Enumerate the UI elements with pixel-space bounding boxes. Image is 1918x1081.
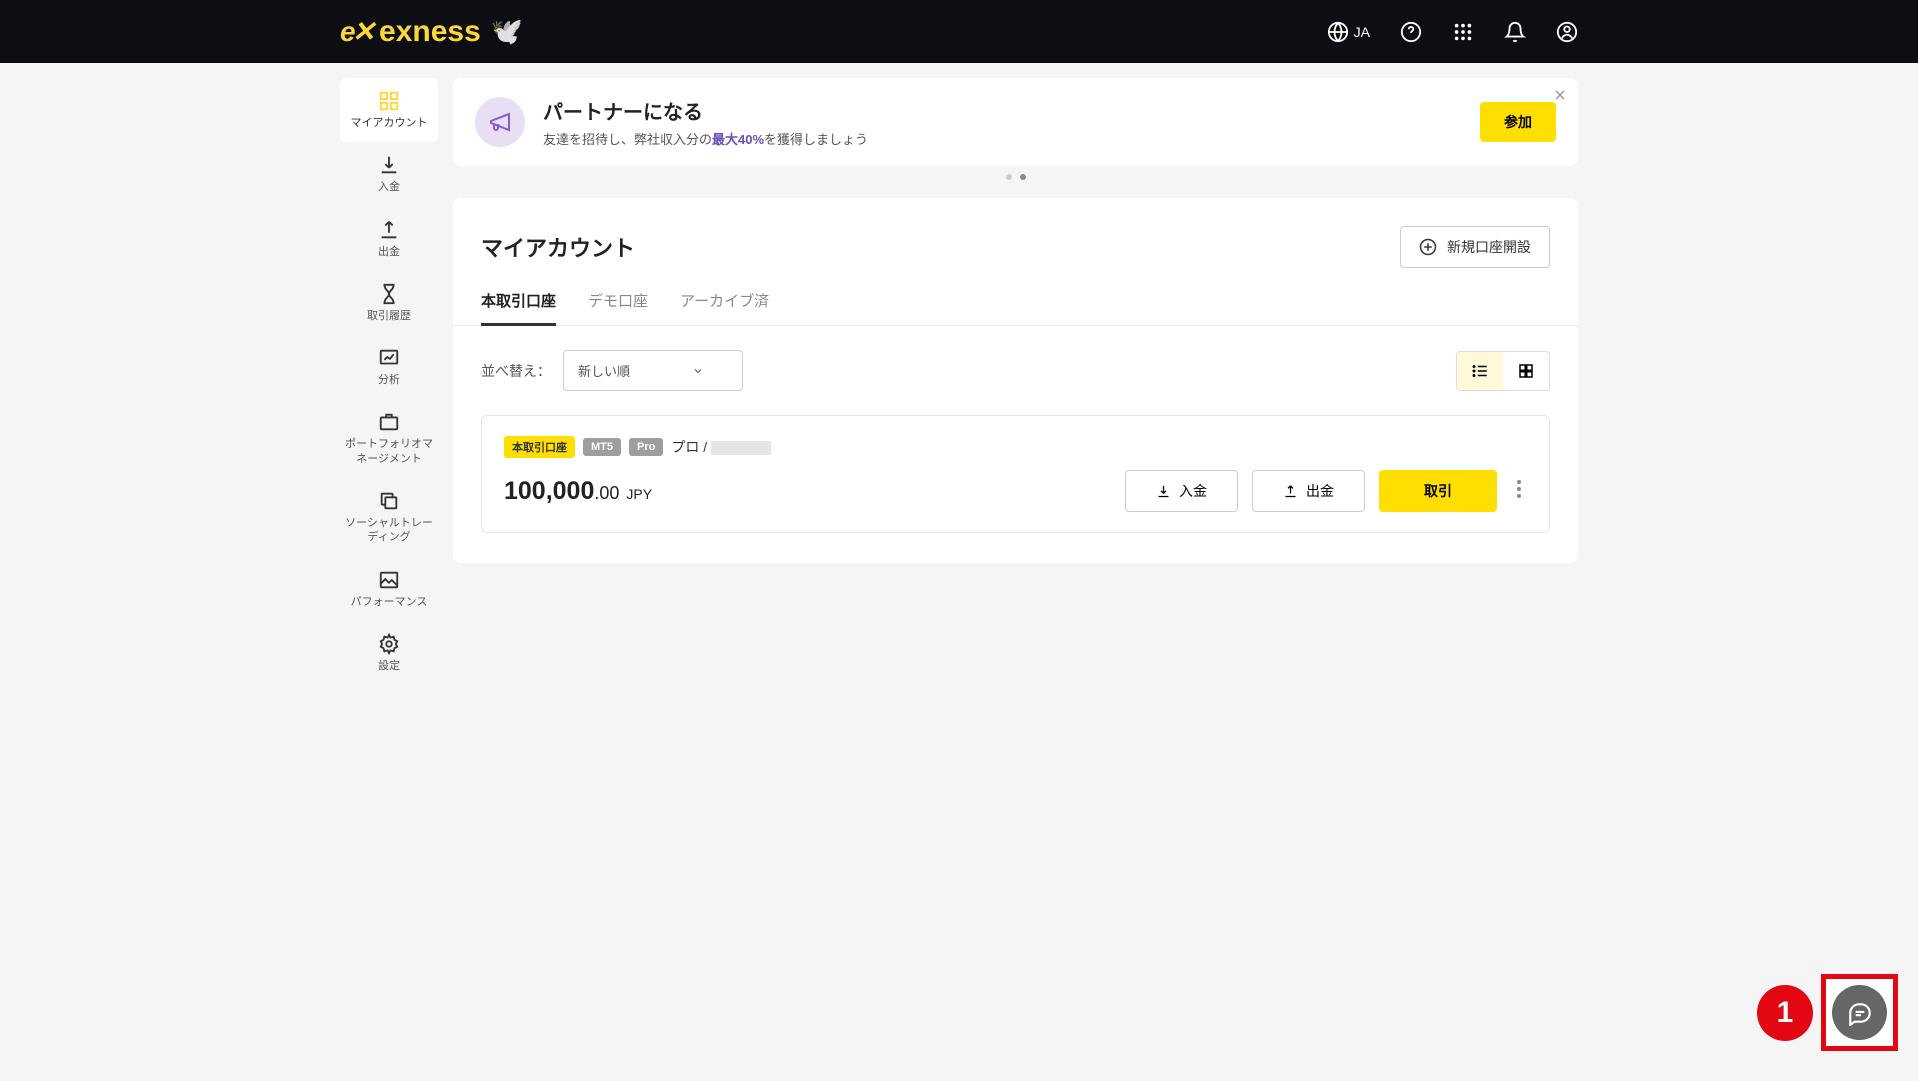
sidebar-item-settings[interactable]: 設定 bbox=[340, 621, 438, 685]
deposit-button[interactable]: 入金 bbox=[1125, 470, 1238, 512]
dashboard-icon bbox=[378, 90, 400, 112]
withdraw-button[interactable]: 出金 bbox=[1252, 470, 1365, 512]
sidebar-item-withdraw[interactable]: 出金 bbox=[340, 207, 438, 271]
sidebar-item-history[interactable]: 取引履歴 bbox=[340, 271, 438, 335]
chat-icon bbox=[1847, 1000, 1873, 1026]
close-icon bbox=[1554, 89, 1566, 101]
download-icon bbox=[1156, 484, 1171, 499]
banner-close[interactable] bbox=[1554, 88, 1566, 104]
sidebar-item-deposit[interactable]: 入金 bbox=[340, 142, 438, 206]
apps-icon bbox=[1452, 21, 1474, 43]
banner-title: パートナーになる bbox=[543, 96, 868, 125]
account-level-badge: Pro bbox=[629, 438, 663, 456]
grid-icon bbox=[1517, 362, 1535, 380]
language-switch[interactable]: JA bbox=[1327, 21, 1370, 43]
header: e✕ exness 🕊️ JA bbox=[0, 0, 1918, 63]
help-icon bbox=[1400, 21, 1422, 43]
help-button[interactable] bbox=[1400, 21, 1422, 43]
view-toggle bbox=[1456, 351, 1550, 391]
sidebar: マイアカウント 入金 出金 取引履歴 分析 ポートフォリオマネージメント ソーシ… bbox=[340, 78, 438, 685]
list-icon bbox=[1471, 362, 1489, 380]
download-icon bbox=[378, 154, 400, 176]
notifications-button[interactable] bbox=[1504, 21, 1526, 43]
chat-button[interactable] bbox=[1832, 985, 1887, 1040]
annotation-highlight bbox=[1821, 974, 1898, 1051]
chart-icon bbox=[378, 347, 400, 369]
panel-title: マイアカウント bbox=[481, 231, 635, 263]
brand-name: exness bbox=[379, 15, 481, 49]
sidebar-item-social[interactable]: ソーシャルトレーディング bbox=[340, 478, 438, 557]
account-card: 本取引口座 MT5 Pro プロ / 100,000.00 JPY 入金 bbox=[481, 415, 1550, 533]
account-name: プロ / bbox=[671, 437, 771, 457]
user-icon bbox=[1556, 21, 1578, 43]
more-options[interactable] bbox=[1511, 474, 1527, 509]
gear-icon bbox=[378, 633, 400, 655]
tab-demo[interactable]: デモ口座 bbox=[588, 290, 648, 325]
image-icon bbox=[378, 569, 400, 591]
dove-icon: 🕊️ bbox=[491, 16, 523, 47]
account-tabs: 本取引口座 デモ口座 アーカイブ済 bbox=[453, 290, 1578, 326]
brand-icon: e✕ bbox=[340, 15, 371, 48]
partner-banner: パートナーになる 友達を招待し、弊社収入分の最大40%を獲得しましょう 参加 bbox=[453, 78, 1578, 166]
more-vertical-icon bbox=[1517, 480, 1521, 498]
megaphone-icon bbox=[475, 97, 525, 147]
sidebar-item-myaccount[interactable]: マイアカウント bbox=[340, 78, 438, 142]
account-balance: 100,000.00 JPY bbox=[504, 477, 652, 506]
plus-circle-icon bbox=[1419, 238, 1437, 256]
sort-dropdown[interactable]: 新しい順 bbox=[563, 350, 743, 391]
globe-icon bbox=[1327, 21, 1349, 43]
pagination-dot[interactable] bbox=[1020, 174, 1026, 180]
list-view-button[interactable] bbox=[1457, 352, 1503, 390]
chevron-down-icon bbox=[692, 365, 704, 377]
sidebar-item-performance[interactable]: パフォーマンス bbox=[340, 557, 438, 621]
platform-badge: MT5 bbox=[583, 438, 621, 456]
briefcase-icon bbox=[378, 411, 400, 433]
banner-cta[interactable]: 参加 bbox=[1480, 102, 1556, 142]
chat-widget-area: 1 bbox=[1757, 974, 1898, 1051]
new-account-button[interactable]: 新規口座開設 bbox=[1400, 226, 1550, 268]
trade-button[interactable]: 取引 bbox=[1379, 470, 1497, 512]
apps-button[interactable] bbox=[1452, 21, 1474, 43]
language-code: JA bbox=[1354, 24, 1370, 40]
accounts-panel: マイアカウント 新規口座開設 本取引口座 デモ口座 アーカイブ済 並べ替え： 新… bbox=[453, 198, 1578, 563]
grid-view-button[interactable] bbox=[1503, 352, 1549, 390]
tab-archived[interactable]: アーカイブ済 bbox=[680, 290, 769, 325]
account-type-badge: 本取引口座 bbox=[504, 436, 575, 458]
banner-desc: 友達を招待し、弊社収入分の最大40%を獲得しましょう bbox=[543, 129, 868, 148]
upload-icon bbox=[378, 219, 400, 241]
logo-area[interactable]: e✕ exness 🕊️ bbox=[340, 15, 523, 49]
sidebar-item-portfolio[interactable]: ポートフォリオマネージメント bbox=[340, 399, 438, 478]
hourglass-icon bbox=[378, 283, 400, 305]
redacted-text bbox=[711, 441, 771, 455]
tab-real[interactable]: 本取引口座 bbox=[481, 290, 556, 325]
pagination-dot[interactable] bbox=[1006, 174, 1012, 180]
upload-icon bbox=[1283, 484, 1298, 499]
sort-label: 並べ替え： bbox=[481, 361, 551, 381]
sidebar-item-analytics[interactable]: 分析 bbox=[340, 335, 438, 399]
copy-icon bbox=[378, 490, 400, 512]
banner-pagination bbox=[453, 174, 1578, 180]
bell-icon bbox=[1504, 21, 1526, 43]
profile-button[interactable] bbox=[1556, 21, 1578, 43]
annotation-step: 1 bbox=[1757, 985, 1813, 1041]
